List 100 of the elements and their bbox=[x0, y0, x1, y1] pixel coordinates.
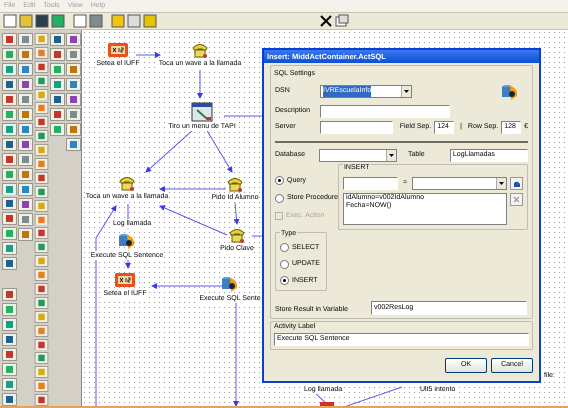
toolbar-tool-icon[interactable] bbox=[51, 14, 65, 28]
palette-tool-icon[interactable] bbox=[34, 88, 49, 100]
palette-tool-icon[interactable] bbox=[2, 108, 17, 121]
palette-tool-icon[interactable] bbox=[2, 363, 17, 376]
palette-tool-icon[interactable] bbox=[34, 269, 49, 282]
palette-tool-icon[interactable] bbox=[34, 158, 49, 170]
toolbar-tool-icon[interactable] bbox=[73, 14, 87, 28]
palette-tool-icon[interactable] bbox=[2, 197, 17, 210]
palette-tool-icon[interactable] bbox=[2, 78, 17, 91]
palette-tool-icon[interactable] bbox=[34, 394, 49, 406]
undo-button[interactable] bbox=[510, 177, 524, 190]
palette-tool-icon[interactable] bbox=[2, 348, 17, 362]
palette-tool-icon[interactable] bbox=[2, 122, 17, 136]
palette-tool-icon[interactable] bbox=[18, 228, 33, 241]
palette-tool-icon[interactable] bbox=[66, 138, 81, 151]
radio-button[interactable] bbox=[275, 176, 284, 186]
palette-tool-icon[interactable] bbox=[50, 48, 65, 61]
palette-tool-icon[interactable] bbox=[50, 123, 65, 136]
palette-tool-icon[interactable] bbox=[18, 78, 33, 91]
palette-tool-icon[interactable] bbox=[18, 198, 33, 211]
palette-tool-icon[interactable] bbox=[50, 78, 65, 91]
palette-tool-icon[interactable] bbox=[34, 116, 49, 128]
palette-tool-icon[interactable] bbox=[50, 108, 65, 121]
palette-tool-icon[interactable] bbox=[34, 144, 49, 156]
palette-tool-icon[interactable] bbox=[2, 392, 17, 406]
palette-tool-icon[interactable] bbox=[66, 123, 81, 136]
palette-tool-icon[interactable] bbox=[2, 168, 17, 181]
database-dropdown[interactable] bbox=[318, 148, 397, 162]
palette-tool-icon[interactable] bbox=[2, 33, 17, 46]
palette-tool-icon[interactable] bbox=[2, 152, 17, 166]
toolbar-tool-icon[interactable] bbox=[19, 14, 33, 28]
palette-tool-icon[interactable] bbox=[18, 168, 33, 181]
toolbar-tool-icon[interactable] bbox=[111, 14, 125, 28]
palette-tool-icon[interactable] bbox=[2, 138, 17, 151]
radio-button[interactable] bbox=[280, 260, 289, 269]
radio-button[interactable] bbox=[275, 194, 284, 203]
palette-tool-icon[interactable] bbox=[18, 108, 33, 121]
palette-tool-icon[interactable] bbox=[66, 108, 81, 121]
window-icon[interactable] bbox=[335, 14, 349, 28]
description-field[interactable] bbox=[320, 104, 450, 118]
palette-tool-icon[interactable] bbox=[2, 288, 17, 302]
toolbar-tool-icon[interactable] bbox=[35, 14, 49, 28]
palette-tool-icon[interactable] bbox=[34, 380, 49, 392]
palette-tool-icon[interactable] bbox=[34, 255, 49, 268]
palette-tool-icon[interactable] bbox=[34, 214, 49, 226]
palette-tool-icon[interactable] bbox=[34, 130, 49, 142]
palette-tool-icon[interactable] bbox=[50, 63, 65, 76]
palette-tool-icon[interactable] bbox=[66, 48, 81, 61]
palette-tool-icon[interactable] bbox=[2, 242, 17, 256]
palette-tool-icon[interactable] bbox=[34, 241, 49, 254]
palette-tool-icon[interactable] bbox=[34, 102, 49, 114]
palette-tool-icon[interactable] bbox=[18, 183, 33, 196]
palette-tool-icon[interactable] bbox=[34, 352, 49, 364]
palette-tool-icon[interactable] bbox=[50, 33, 65, 46]
palette-tool-icon[interactable] bbox=[2, 182, 17, 196]
palette-tool-icon[interactable] bbox=[66, 63, 81, 76]
palette-tool-icon[interactable] bbox=[34, 296, 49, 309]
radio-button[interactable] bbox=[280, 276, 289, 286]
palette-tool-icon[interactable] bbox=[2, 257, 17, 270]
palette-tool-icon[interactable] bbox=[34, 74, 49, 87]
palette-tool-icon[interactable] bbox=[34, 172, 49, 184]
palette-tool-icon[interactable] bbox=[50, 93, 65, 106]
value-dropdown[interactable] bbox=[412, 177, 508, 190]
palette-tool-icon[interactable] bbox=[18, 93, 33, 106]
palette-tool-icon[interactable] bbox=[34, 338, 49, 350]
palette-tool-icon[interactable] bbox=[34, 200, 49, 212]
remove-button[interactable] bbox=[510, 193, 524, 206]
toolbar-tool-icon[interactable] bbox=[127, 14, 141, 28]
palette-tool-icon[interactable] bbox=[18, 153, 33, 166]
palette-tool-icon[interactable] bbox=[2, 227, 17, 240]
palette-tool-icon[interactable] bbox=[34, 310, 49, 323]
palette-tool-icon[interactable] bbox=[34, 60, 49, 73]
palette-tool-icon[interactable] bbox=[18, 63, 33, 76]
palette-tool-icon[interactable] bbox=[2, 212, 17, 226]
palette-tool-icon[interactable] bbox=[66, 78, 81, 91]
palette-tool-icon[interactable] bbox=[34, 283, 49, 295]
palette-tool-icon[interactable] bbox=[2, 62, 17, 76]
palette-tool-icon[interactable] bbox=[34, 33, 49, 45]
server-field[interactable] bbox=[320, 120, 393, 134]
palette-tool-icon[interactable] bbox=[34, 324, 49, 337]
palette-tool-icon[interactable] bbox=[18, 213, 33, 226]
palette-tool-icon[interactable] bbox=[2, 92, 17, 106]
palette-tool-icon[interactable] bbox=[66, 33, 81, 46]
toolbar-tool-icon[interactable] bbox=[3, 14, 17, 28]
toolbar-tool-icon[interactable] bbox=[143, 14, 157, 28]
palette-tool-icon[interactable] bbox=[18, 48, 33, 61]
close-icon[interactable] bbox=[319, 14, 333, 28]
palette-tool-icon[interactable] bbox=[34, 46, 49, 59]
column-field[interactable] bbox=[342, 177, 398, 190]
palette-tool-icon[interactable] bbox=[34, 366, 49, 378]
palette-tool-icon[interactable] bbox=[34, 227, 49, 240]
palette-tool-icon[interactable] bbox=[2, 48, 17, 61]
palette-tool-icon[interactable] bbox=[18, 123, 33, 136]
toolbar-tool-icon[interactable] bbox=[89, 14, 103, 28]
palette-tool-icon[interactable] bbox=[2, 303, 17, 316]
palette-tool-icon[interactable] bbox=[2, 378, 17, 391]
palette-tool-icon[interactable] bbox=[2, 318, 17, 332]
palette-tool-icon[interactable] bbox=[18, 33, 33, 46]
palette-tool-icon[interactable] bbox=[18, 138, 33, 151]
palette-tool-icon[interactable] bbox=[66, 93, 81, 106]
